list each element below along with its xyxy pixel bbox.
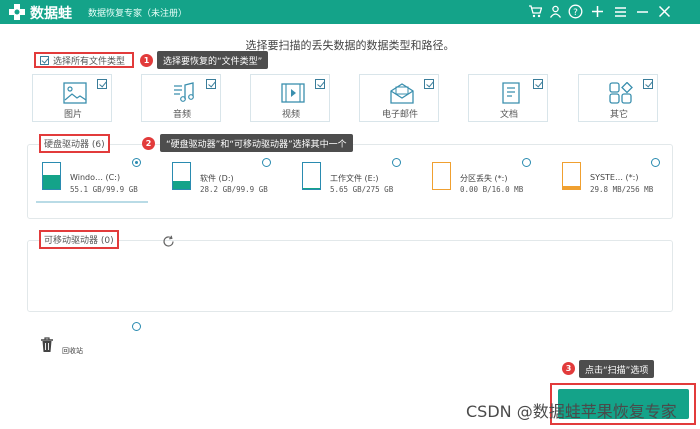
recycle-bin-icon[interactable] — [40, 337, 54, 353]
selected-drive-underline — [36, 201, 148, 203]
drive-usage-fill — [303, 188, 320, 189]
drive-usage-fill — [173, 181, 190, 189]
title-bar: 数据蛙 数据恢复专家（未注册） ? — [0, 0, 700, 24]
step-badge-2: 2 — [142, 137, 155, 150]
file-type-label: 音频 — [172, 110, 191, 120]
drive-radio-lost-partition[interactable] — [522, 158, 531, 167]
step-badge-3: 3 — [562, 362, 575, 375]
select-all-label: 选择所有文件类型 — [53, 56, 126, 67]
other-icon — [609, 82, 633, 104]
annotation-tooltip-2: “硬盘驱动器”和“可移动驱动器”选择其中一个 — [160, 134, 353, 152]
help-icon[interactable]: ? — [567, 3, 584, 20]
recycle-bin-radio[interactable] — [132, 322, 141, 331]
drive-name: 工作文件 (E:) — [330, 174, 379, 183]
app-subtitle: 数据恢复专家（未注册） — [88, 9, 188, 19]
file-type-card-document[interactable]: 文档 — [468, 74, 548, 122]
checkbox-checked-icon — [40, 55, 49, 65]
drive-icon — [172, 162, 191, 190]
drive-icon — [302, 162, 321, 190]
file-type-card-image[interactable]: 图片 — [32, 74, 112, 122]
user-icon[interactable] — [547, 3, 564, 20]
checkbox-checked-icon[interactable] — [533, 79, 543, 89]
document-icon — [502, 82, 520, 104]
checkbox-checked-icon[interactable] — [97, 79, 107, 89]
annotation-tooltip-1: 选择要恢复的“文件类型” — [157, 51, 269, 69]
drive-radio-e[interactable] — [392, 158, 401, 167]
drive-size: 28.2 GB/99.9 GB — [200, 185, 268, 194]
drive-size: 55.1 GB/99.9 GB — [70, 185, 138, 194]
drive-radio-system[interactable] — [651, 158, 660, 167]
recycle-bin-label: 回收站 — [62, 347, 83, 355]
file-type-card-other[interactable]: 其它 — [578, 74, 658, 122]
svg-text:?: ? — [573, 8, 578, 18]
file-type-card-audio[interactable]: 音频 — [141, 74, 221, 122]
refresh-icon[interactable] — [162, 233, 175, 247]
checkbox-checked-icon[interactable] — [315, 79, 325, 89]
drive-icon — [432, 162, 451, 190]
drive-size: 5.65 GB/275 GB — [330, 185, 394, 194]
removable-drives-panel — [27, 240, 673, 312]
cart-icon[interactable] — [526, 3, 543, 20]
drive-usage-fill — [563, 185, 580, 189]
app-logo-icon — [9, 4, 25, 20]
audio-icon — [174, 82, 194, 102]
drive-name: 软件 (D:) — [200, 174, 234, 183]
video-icon — [281, 83, 305, 103]
file-type-label: 图片 — [63, 110, 82, 120]
annotation-tooltip-3: 点击“扫描”选项 — [579, 360, 655, 378]
image-icon — [63, 82, 87, 104]
email-icon — [390, 83, 414, 104]
file-type-card-video[interactable]: 视频 — [250, 74, 330, 122]
select-all-checkbox[interactable]: 选择所有文件类型 — [34, 52, 134, 68]
hard-drives-label: 硬盘驱动器 (6) — [39, 134, 110, 153]
drive-name: Windo… (C:) — [70, 173, 121, 182]
file-type-label: 文档 — [499, 110, 518, 120]
removable-drives-label: 可移动驱动器 (0) — [39, 230, 119, 249]
checkbox-checked-icon[interactable] — [643, 79, 653, 89]
drive-icon — [562, 162, 581, 190]
drive-size: 0.00 B/16.0 MB — [460, 185, 524, 194]
drive-name: 分区丢失 (*:) — [460, 174, 508, 183]
scan-prompt: 选择要扫描的丢失数据的数据类型和路径。 — [245, 39, 455, 52]
drive-size: 29.8 MB/256 MB — [590, 185, 654, 194]
drive-name: SYSTE… (*:) — [590, 173, 639, 182]
file-type-card-email[interactable]: 电子邮件 — [359, 74, 439, 122]
watermark-text: CSDN @数据蛙苹果恢复专家 — [466, 402, 677, 421]
menu-icon[interactable] — [612, 3, 629, 20]
plus-icon[interactable] — [589, 3, 606, 20]
file-type-label: 其它 — [609, 110, 628, 120]
drive-icon — [42, 162, 61, 190]
file-type-label: 视频 — [281, 110, 300, 120]
app-name: 数据蛙 — [30, 6, 72, 22]
drive-usage-fill — [43, 174, 60, 189]
checkbox-checked-icon[interactable] — [424, 79, 434, 89]
close-icon[interactable] — [656, 3, 673, 20]
checkbox-checked-icon[interactable] — [206, 79, 216, 89]
step-badge-1: 1 — [140, 54, 153, 67]
file-type-label: 电子邮件 — [381, 110, 418, 120]
minimize-icon[interactable] — [634, 3, 651, 20]
drive-radio-d[interactable] — [262, 158, 271, 167]
drive-radio-c[interactable] — [132, 158, 141, 167]
